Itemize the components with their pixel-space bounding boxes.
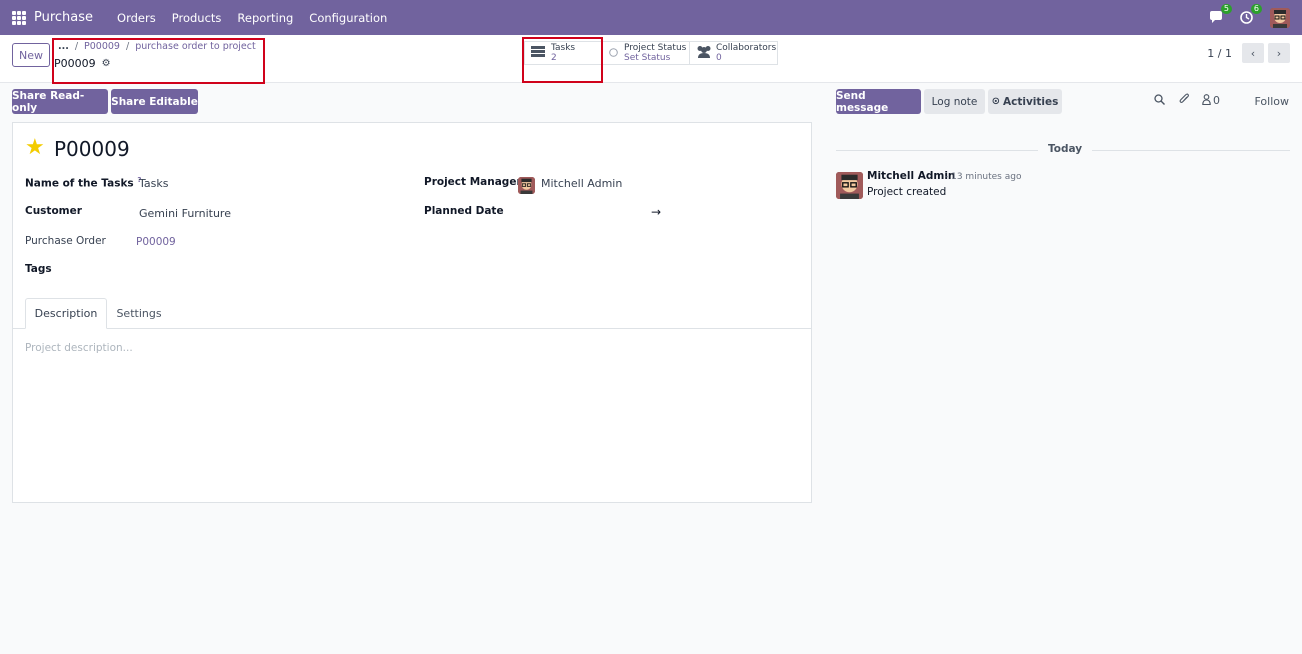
activities-button[interactable]: ⊙ Activities: [988, 89, 1062, 114]
breadcrumb-purchase-order[interactable]: P00009: [84, 41, 120, 52]
favorite-star-icon[interactable]: ★: [25, 135, 45, 160]
activities-clock-icon: ⊙: [991, 96, 1000, 107]
tags-label: Tags: [25, 263, 52, 275]
record-name-text: P00009: [54, 57, 96, 70]
date-range-arrow-icon: →: [651, 205, 662, 219]
menu-products[interactable]: Products: [164, 11, 230, 25]
project-status-smart-button[interactable]: Project Status Set Status: [602, 41, 690, 65]
share-editable-button[interactable]: Share Editable: [111, 89, 198, 114]
messages-badge: 5: [1220, 3, 1232, 14]
date-separator: Today: [1038, 143, 1093, 155]
tab-description[interactable]: Description: [25, 298, 107, 329]
pager: 1 / 1 ‹ ›: [1207, 43, 1290, 63]
messages-icon[interactable]: 5: [1208, 3, 1232, 26]
project-status-label: Project Status: [624, 43, 687, 53]
message-timestamp: - 13 minutes ago: [945, 172, 1022, 182]
customer-label: Customer: [25, 205, 82, 217]
top-navbar: Purchase Orders Products Reporting Confi…: [0, 0, 1302, 35]
name-of-tasks-field[interactable]: Tasks: [139, 177, 168, 190]
purchase-order-link[interactable]: P00009: [136, 236, 176, 248]
tasks-count: 2: [551, 53, 557, 63]
new-button[interactable]: New: [12, 43, 50, 67]
planned-date-label: Planned Date: [424, 205, 504, 217]
pager-value[interactable]: 1 / 1: [1207, 47, 1232, 60]
user-avatar[interactable]: [1270, 7, 1290, 28]
send-message-button[interactable]: Send message: [836, 89, 921, 114]
breadcrumb-separator: /: [125, 41, 130, 52]
tasks-icon: [531, 46, 545, 60]
collaborators-smart-button[interactable]: Collaborators 0: [689, 41, 778, 65]
collaborators-label: Collaborators: [716, 43, 777, 53]
search-icon[interactable]: [1154, 93, 1165, 108]
collaborators-count: 0: [716, 53, 722, 63]
follower-user-icon[interactable]: [1202, 93, 1211, 108]
app-grid-icon[interactable]: [12, 10, 26, 25]
tab-settings[interactable]: Settings: [107, 298, 171, 329]
notebook-tabs: Description Settings: [13, 298, 811, 329]
project-title[interactable]: P00009: [54, 137, 130, 161]
log-note-button[interactable]: Log note: [924, 89, 985, 114]
project-manager-field[interactable]: Mitchell Admin: [541, 177, 622, 190]
top-menu: Orders Products Reporting Configuration: [109, 11, 395, 25]
status-circle-icon: [609, 46, 618, 60]
breadcrumb: ... / P00009 / purchase order to project: [58, 41, 256, 52]
share-read-only-button[interactable]: Share Read-only: [12, 89, 108, 114]
breadcrumb-project[interactable]: purchase order to project: [135, 41, 256, 52]
paperclip-icon[interactable]: [1179, 93, 1190, 108]
control-panel: New ... / P00009 / purchase order to pro…: [0, 35, 1302, 83]
project-manager-label: Project Manager: [424, 176, 522, 188]
name-of-tasks-label-text: Name of the Tasks: [25, 177, 134, 190]
follow-button[interactable]: Follow: [1254, 95, 1289, 108]
message-author[interactable]: Mitchell Admin: [867, 170, 955, 182]
tasks-label: Tasks: [551, 43, 576, 53]
tasks-smart-button[interactable]: Tasks 2: [524, 41, 602, 65]
message-body: Project created: [867, 186, 947, 198]
menu-orders[interactable]: Orders: [109, 11, 164, 25]
purchase-order-label: Purchase Order: [25, 235, 106, 247]
activities-clock-icon[interactable]: 6: [1238, 3, 1262, 26]
chatter-tools: 0: [1154, 93, 1220, 108]
message-author-avatar[interactable]: [836, 172, 863, 199]
record-name: P00009 ⚙: [54, 57, 111, 70]
description-editor[interactable]: Project description...: [25, 342, 133, 354]
breadcrumb-separator: /: [74, 41, 79, 52]
customer-field[interactable]: Gemini Furniture: [139, 207, 231, 220]
followers-count[interactable]: 0: [1213, 94, 1220, 107]
activities-badge: 6: [1250, 3, 1262, 14]
project-manager-avatar: [518, 177, 535, 194]
form-sheet: ★ P00009 Name of the Tasks ? Tasks Custo…: [12, 122, 812, 503]
activities-button-label: Activities: [1002, 95, 1059, 108]
menu-configuration[interactable]: Configuration: [301, 11, 395, 25]
project-status-value: Set Status: [624, 53, 671, 63]
app-name[interactable]: Purchase: [34, 10, 93, 25]
menu-reporting[interactable]: Reporting: [229, 11, 301, 25]
name-of-tasks-label: Name of the Tasks ?: [25, 176, 141, 190]
gear-icon[interactable]: ⚙: [102, 58, 111, 69]
breadcrumb-ellipsis[interactable]: ...: [58, 41, 69, 52]
users-icon: [696, 45, 712, 61]
pager-next-button[interactable]: ›: [1268, 43, 1290, 63]
pager-previous-button[interactable]: ‹: [1242, 43, 1264, 63]
